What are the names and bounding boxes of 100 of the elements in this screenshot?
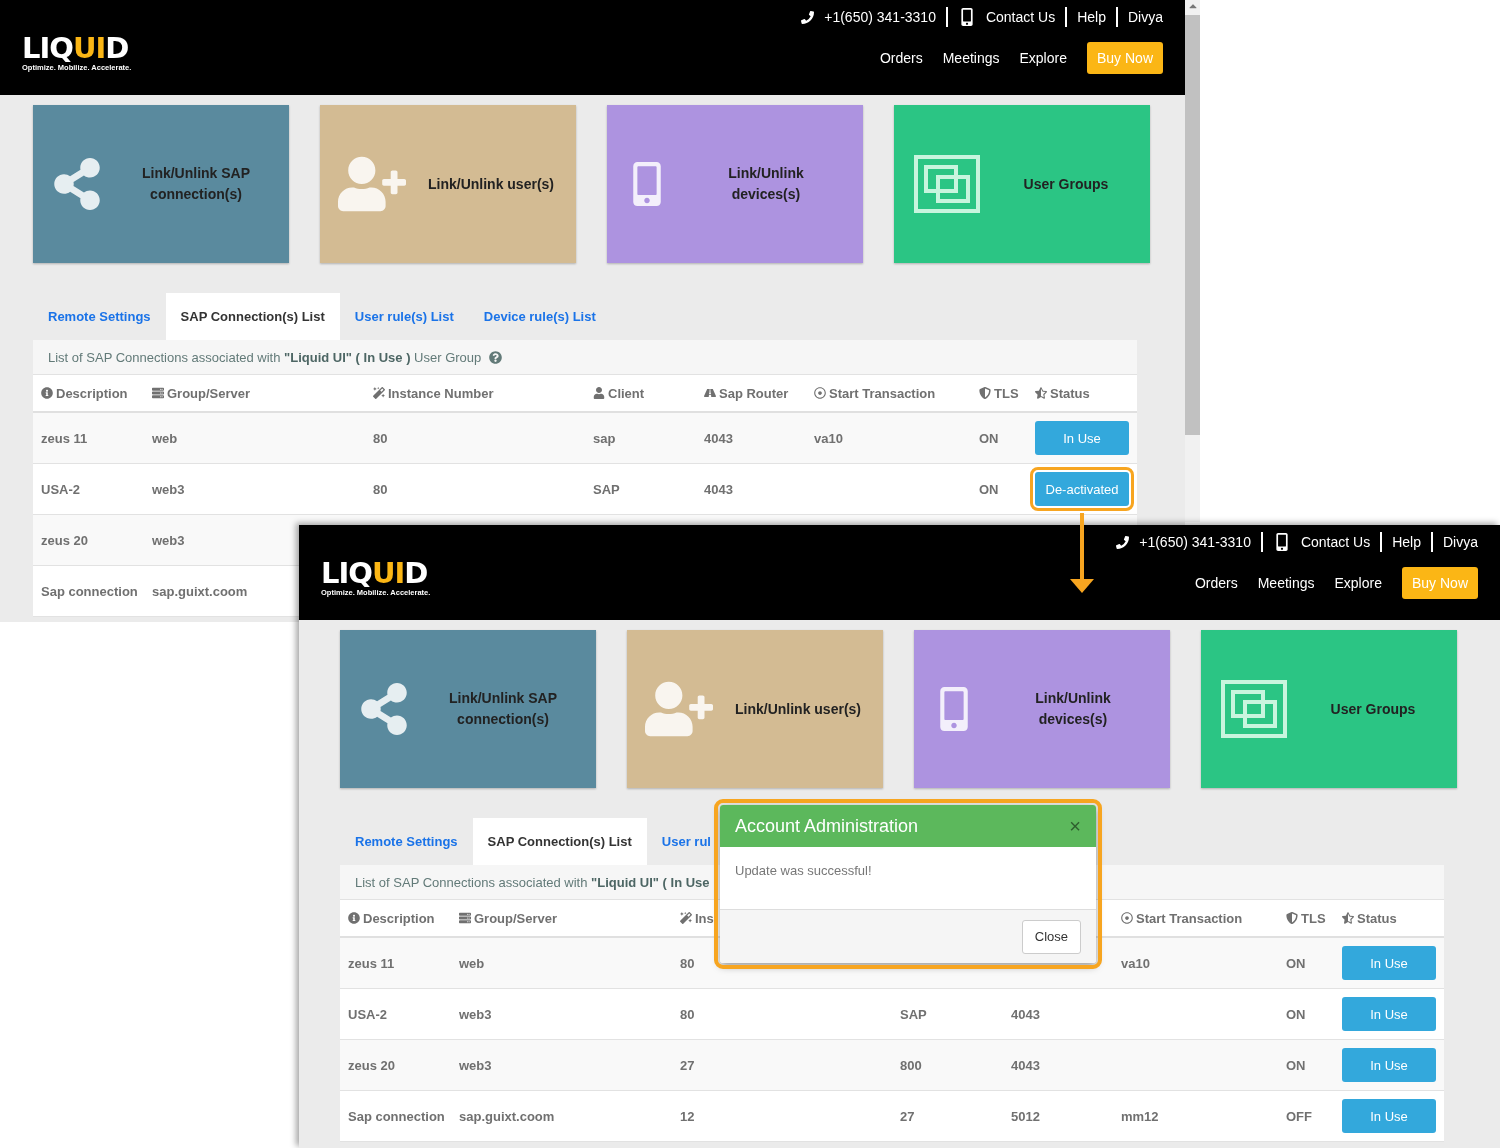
scrollbar[interactable] xyxy=(1185,0,1200,522)
phone-icon xyxy=(801,10,815,24)
list-caption: List of SAP Connections associated with "Liquid UI" ( In Use ) User Group xyxy=(48,349,482,365)
target-icon xyxy=(814,387,826,399)
tab[interactable]: Remote Settings xyxy=(33,293,166,340)
column-header: Start Transaction xyxy=(829,385,936,401)
table-cell: zeus 20 xyxy=(348,1057,395,1073)
help-icon[interactable] xyxy=(489,350,503,364)
column-header: Client xyxy=(608,385,645,401)
action-tile[interactable]: Link/Unlink devices(s) xyxy=(607,105,863,263)
table-cell: USA-2 xyxy=(41,481,80,497)
contact-link[interactable]: Contact Us xyxy=(985,9,1056,25)
info-icon xyxy=(348,912,360,924)
action-tile[interactable]: User Groups xyxy=(894,105,1150,263)
action-tile[interactable]: Link/Unlink user(s) xyxy=(627,630,883,788)
tab[interactable]: Remote Settings xyxy=(340,818,473,865)
table-cell: web3 xyxy=(459,1006,492,1022)
table-cell: Sap connection xyxy=(41,583,138,599)
table-cell: USA-2 xyxy=(348,1006,387,1022)
tab[interactable]: SAP Connection(s) List xyxy=(472,818,647,865)
tab[interactable]: User rule(s) List xyxy=(339,293,469,340)
table-cell: sap.guixt.coom xyxy=(459,1108,555,1124)
list-caption: List of SAP Connections associated with "Liquid UI" ( In Use xyxy=(355,874,710,890)
nav-link[interactable]: Meetings xyxy=(1257,575,1315,591)
shield-icon xyxy=(979,387,991,399)
table-cell: zeus 20 xyxy=(41,532,88,548)
table-cell: ON xyxy=(979,481,999,497)
table-cell: SAP xyxy=(593,481,620,497)
table-cell: 4043 xyxy=(704,430,733,446)
share-icon xyxy=(51,158,103,210)
help-link[interactable]: Help xyxy=(1392,534,1421,550)
user-menu[interactable]: Divya xyxy=(1443,534,1478,550)
wand-icon xyxy=(373,387,385,399)
table-cell: 80 xyxy=(680,1006,695,1022)
tab[interactable]: SAP Connection(s) List xyxy=(165,293,340,340)
column-header: Sap Router xyxy=(719,385,789,401)
dialog-title: Account Administration xyxy=(735,815,919,837)
help-link[interactable]: Help xyxy=(1077,9,1106,25)
target-icon xyxy=(1121,912,1133,924)
table-cell: web xyxy=(459,955,485,971)
table-cell: 800 xyxy=(900,1057,922,1073)
table-cell: sap.guixt.coom xyxy=(152,583,248,599)
table-cell: ON xyxy=(1286,955,1306,971)
table-cell: web3 xyxy=(152,481,185,497)
table-cell: OFF xyxy=(1286,1108,1312,1124)
user-icon xyxy=(593,387,605,399)
column-header: TLS xyxy=(1301,910,1326,926)
road-icon xyxy=(704,387,716,399)
close-button[interactable]: Close xyxy=(1021,919,1081,954)
column-header: TLS xyxy=(994,385,1019,401)
phone-number[interactable]: +1(650) 341-3310 xyxy=(824,9,936,25)
server-icon xyxy=(152,387,164,399)
table-cell: 4043 xyxy=(704,481,733,497)
dialog-message: Update was successful! xyxy=(735,863,872,878)
share-icon xyxy=(358,683,410,735)
nav-link[interactable]: Orders xyxy=(879,50,923,66)
phone-number[interactable]: +1(650) 341-3310 xyxy=(1139,534,1251,550)
table-cell: zeus 11 xyxy=(41,430,88,446)
table-cell: Sap connection xyxy=(348,1108,445,1124)
table-cell: 80 xyxy=(680,955,695,971)
contact-link[interactable]: Contact Us xyxy=(1300,534,1371,550)
table-cell: web3 xyxy=(459,1057,492,1073)
server-icon xyxy=(459,912,471,924)
tab[interactable]: Device rule(s) List xyxy=(468,293,611,340)
logo[interactable]: LIQUID xyxy=(22,33,132,63)
action-tile[interactable]: Link/Unlink SAP connection(s) xyxy=(33,105,289,263)
shield-icon xyxy=(1286,912,1298,924)
table-cell: 12 xyxy=(680,1108,695,1124)
column-header: Instance Number xyxy=(388,385,494,401)
phone-icon xyxy=(1116,535,1130,549)
table-cell: ON xyxy=(979,430,999,446)
table-cell: web xyxy=(152,430,178,446)
half-star-icon xyxy=(1035,387,1047,399)
column-header: Group/Server xyxy=(167,385,251,401)
nav-link[interactable]: Meetings xyxy=(942,50,1000,66)
action-tile[interactable]: Link/Unlink devices(s) xyxy=(914,630,1170,788)
action-tile[interactable]: Link/Unlink user(s) xyxy=(320,105,576,263)
column-header: Description xyxy=(363,910,435,926)
column-header: Description xyxy=(56,385,128,401)
column-header: Group/Server xyxy=(474,910,558,926)
table-cell: ON xyxy=(1286,1006,1306,1022)
nav-link[interactable]: Explore xyxy=(1019,50,1067,66)
frames-icon xyxy=(912,153,982,215)
user-menu[interactable]: Divya xyxy=(1128,9,1163,25)
half-star-icon xyxy=(1342,912,1354,924)
wand-icon xyxy=(680,912,692,924)
table-cell: 80 xyxy=(373,430,388,446)
nav-link[interactable]: Orders xyxy=(1194,575,1238,591)
scrollbar-thumb[interactable] xyxy=(1185,15,1200,435)
table-cell: web3 xyxy=(152,532,185,548)
action-tile[interactable]: Link/Unlink SAP connection(s) xyxy=(340,630,596,788)
action-tile[interactable]: User Groups xyxy=(1201,630,1457,788)
logo[interactable]: LIQUID xyxy=(321,558,431,588)
table-cell: 27 xyxy=(900,1108,915,1124)
nav-link[interactable]: Explore xyxy=(1334,575,1382,591)
table-cell: va10 xyxy=(1121,955,1150,971)
column-header: Start Transaction xyxy=(1136,910,1243,926)
table-cell: 80 xyxy=(373,481,388,497)
column-header: Ins xyxy=(695,910,714,926)
table-cell: mm12 xyxy=(1121,1108,1159,1124)
